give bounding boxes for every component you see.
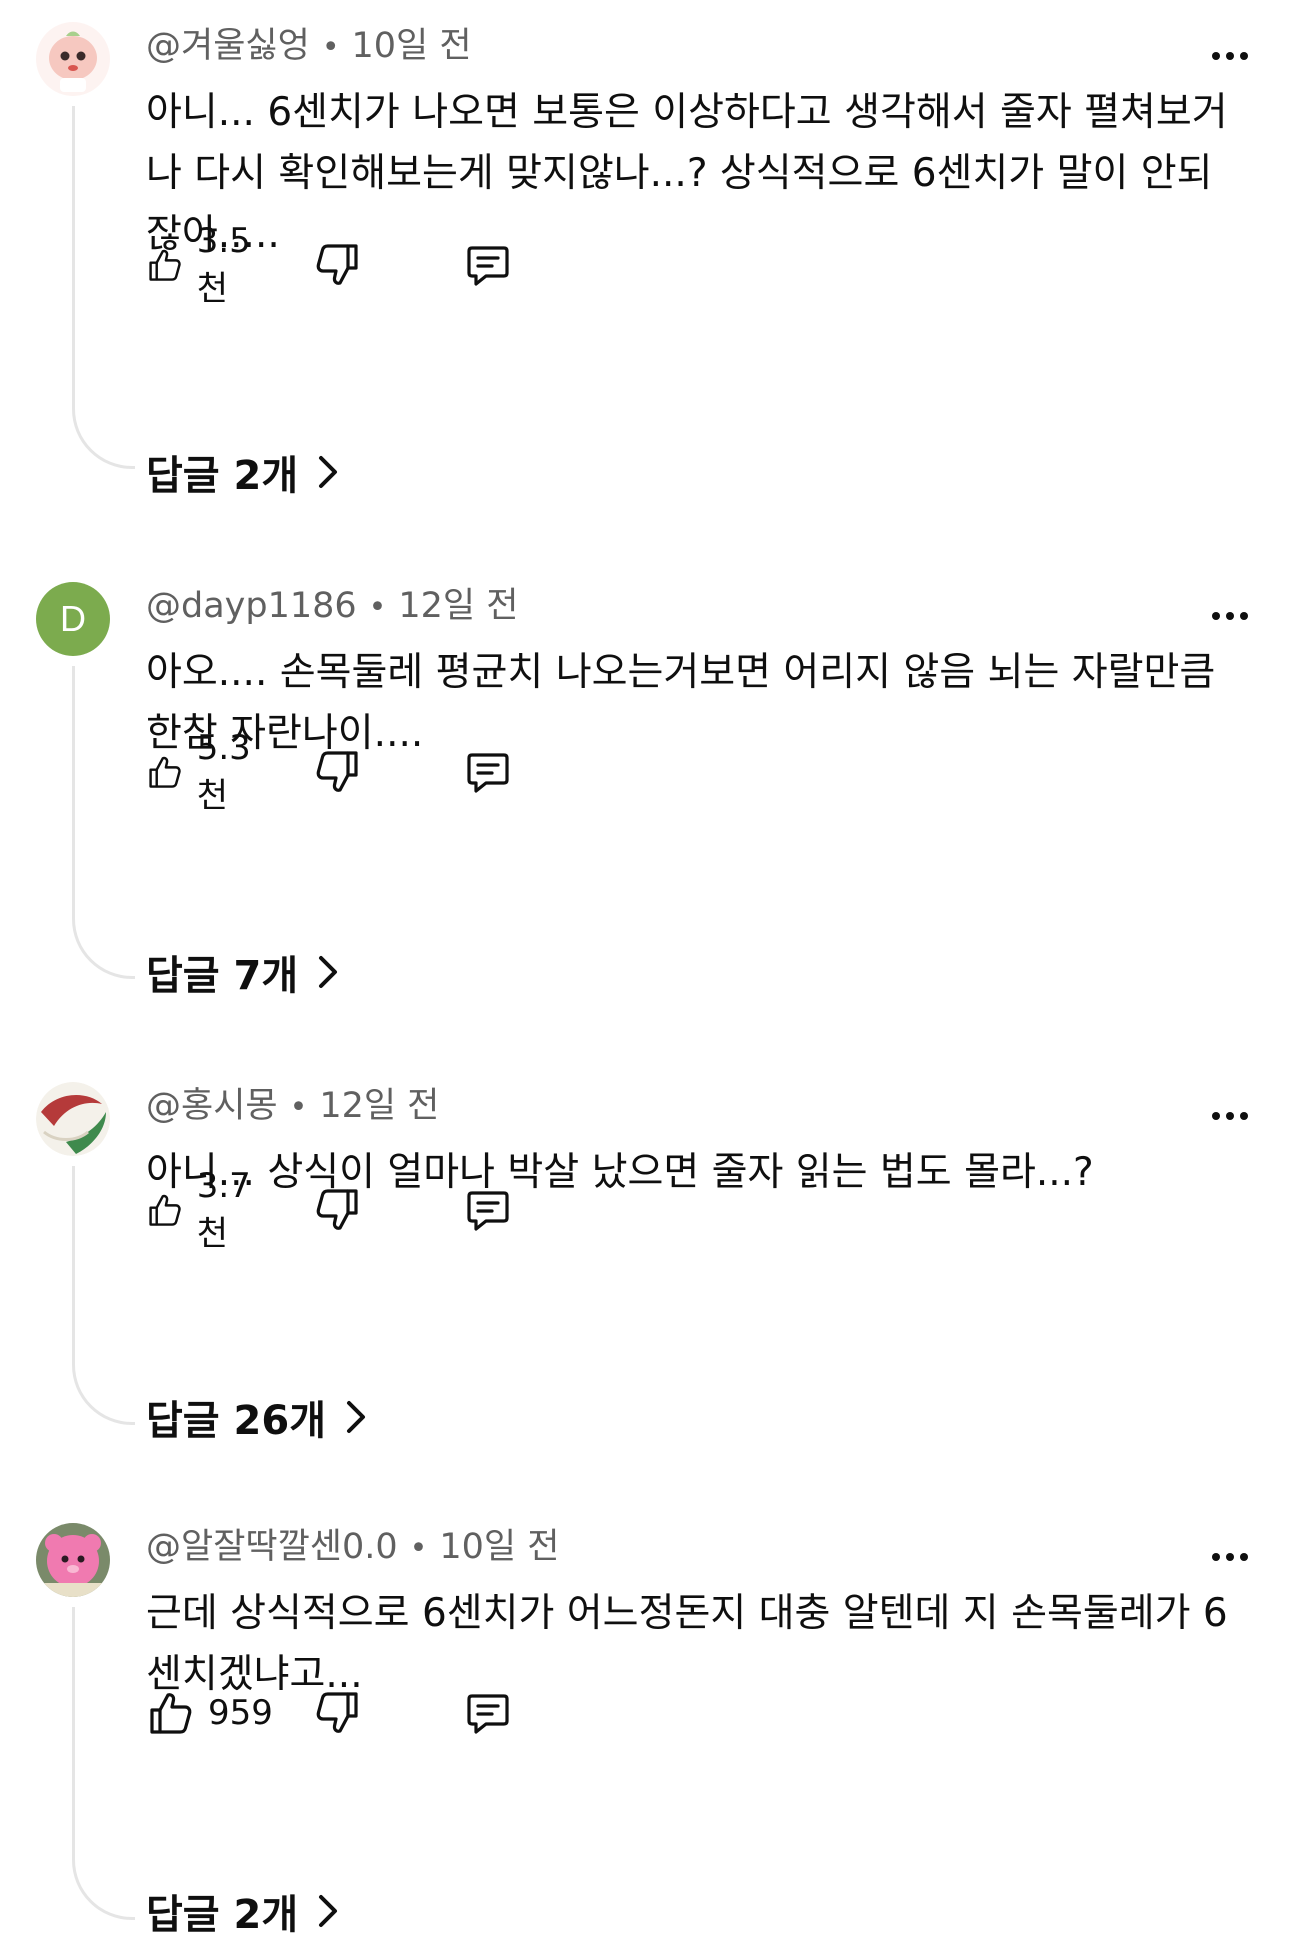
thumbs-down-icon: [314, 1689, 362, 1737]
view-replies-button[interactable]: 답글 2개: [146, 1881, 340, 1941]
comment-text: 아니... 상식이 얼마나 박살 났으면 줄자 읽는 법도 몰라...?: [146, 1150, 1094, 1195]
comment-time: 10일 전: [439, 1527, 560, 1567]
replies-count: 답글 7개: [146, 953, 299, 999]
comment-meta: @홍시몽 • 12일 전: [146, 1082, 439, 1130]
reply-button[interactable]: [464, 235, 512, 295]
comment-author[interactable]: @dayp1186: [146, 586, 357, 626]
comment-author[interactable]: @알잘딱깔센0.0: [146, 1527, 398, 1567]
comment-icon: [464, 1689, 512, 1737]
separator-dot: •: [368, 590, 387, 625]
like-count: 5.3천: [196, 727, 251, 816]
comment-icon: [464, 1186, 512, 1234]
view-replies-button[interactable]: 답글 26개: [146, 1387, 368, 1447]
peach-character-avatar-icon: [36, 22, 110, 96]
comment-time: 12일 전: [398, 586, 519, 626]
more-options-icon[interactable]: [1210, 46, 1250, 66]
like-button[interactable]: 3.5천: [146, 221, 262, 309]
view-replies-button[interactable]: 답글 2개: [146, 442, 340, 502]
thumbs-up-icon: [146, 241, 183, 289]
view-replies-button[interactable]: 답글 7개: [146, 942, 340, 1002]
avatar[interactable]: [36, 1082, 110, 1156]
thread-line: [72, 1607, 135, 1920]
dislike-button[interactable]: [314, 235, 362, 295]
comment-icon: [464, 748, 512, 796]
comment-icon: [464, 241, 512, 289]
comment-item: @홍시몽 • 12일 전 아니... 상식이 얼마나 박살 났으면 줄자 읽는 법도…: [0, 1082, 1290, 1444]
replies-count: 답글 26개: [146, 1398, 326, 1444]
thread-line: [72, 1166, 135, 1425]
dislike-button[interactable]: [314, 1180, 362, 1240]
thread-line: [72, 666, 135, 979]
comment-item: D @dayp1186 • 12일 전 아오.... 손목둘레 평균치 나오는거보면…: [0, 582, 1290, 1002]
separator-dot: •: [409, 1531, 428, 1566]
chevron-right-icon: [316, 1891, 340, 1931]
thread-line: [72, 106, 135, 469]
like-count: 959: [208, 1693, 273, 1733]
reply-button[interactable]: [464, 742, 512, 802]
thumbs-up-icon: [146, 1689, 194, 1737]
like-button[interactable]: 5.3천: [146, 728, 262, 816]
replies-count: 답글 2개: [146, 453, 299, 499]
dislike-button[interactable]: [314, 742, 362, 802]
separator-dot: •: [321, 30, 340, 65]
avatar[interactable]: D: [36, 582, 110, 656]
comment-meta: @겨울싫엉 • 10일 전: [146, 22, 472, 70]
comment-meta: @dayp1186 • 12일 전: [146, 582, 518, 630]
comment-meta: @알잘딱깔센0.0 • 10일 전: [146, 1523, 559, 1571]
thumbs-up-icon: [146, 1186, 183, 1234]
separator-dot: •: [289, 1090, 308, 1125]
volleyball-avatar-icon: [36, 1082, 110, 1156]
comment-text: 아오.... 손목둘레 평균치 나오는거보면 어리지 않음 뇌는 자랄만큼 한참…: [146, 650, 1216, 756]
comment-time: 10일 전: [351, 26, 472, 66]
like-button[interactable]: 3.7천: [146, 1166, 262, 1254]
comment-text: 근데 상식적으로 6센치가 어느정돈지 대충 알텐데 지 손목둘레가 6센치겠냐…: [146, 1591, 1228, 1697]
thumbs-up-icon: [146, 748, 183, 796]
comment-item: @알잘딱깔센0.0 • 10일 전 근데 상식적으로 6센치가 어느정돈지 대충 알…: [0, 1523, 1290, 1943]
avatar-letter: D: [60, 598, 86, 639]
like-count: 3.5천: [196, 220, 251, 309]
reply-button[interactable]: [464, 1683, 512, 1743]
more-options-icon[interactable]: [1210, 606, 1250, 626]
replies-count: 답글 2개: [146, 1892, 299, 1938]
thumbs-down-icon: [314, 1186, 362, 1234]
comment-author[interactable]: @홍시몽: [146, 1086, 278, 1126]
chevron-right-icon: [316, 952, 340, 992]
dislike-button[interactable]: [314, 1683, 362, 1743]
more-options-icon[interactable]: [1210, 1547, 1250, 1567]
avatar[interactable]: [36, 1523, 110, 1597]
like-button[interactable]: 959: [146, 1683, 273, 1743]
pink-character-avatar-icon: [36, 1523, 110, 1597]
reply-button[interactable]: [464, 1180, 512, 1240]
more-options-icon[interactable]: [1210, 1106, 1250, 1126]
comment-item: @겨울싫엉 • 10일 전 아니... 6센치가 나오면 보통은 이상하다고 생각해…: [0, 22, 1290, 499]
like-count: 3.7천: [196, 1165, 251, 1254]
comment-text: 아니... 6센치가 나오면 보통은 이상하다고 생각해서 줄자 펼쳐보거나 다…: [146, 90, 1228, 257]
avatar[interactable]: [36, 22, 110, 96]
comment-author[interactable]: @겨울싫엉: [146, 26, 310, 66]
comment-time: 12일 전: [319, 1086, 440, 1126]
thumbs-down-icon: [314, 748, 362, 796]
chevron-right-icon: [344, 1397, 368, 1437]
chevron-right-icon: [316, 452, 340, 492]
thumbs-down-icon: [314, 241, 362, 289]
